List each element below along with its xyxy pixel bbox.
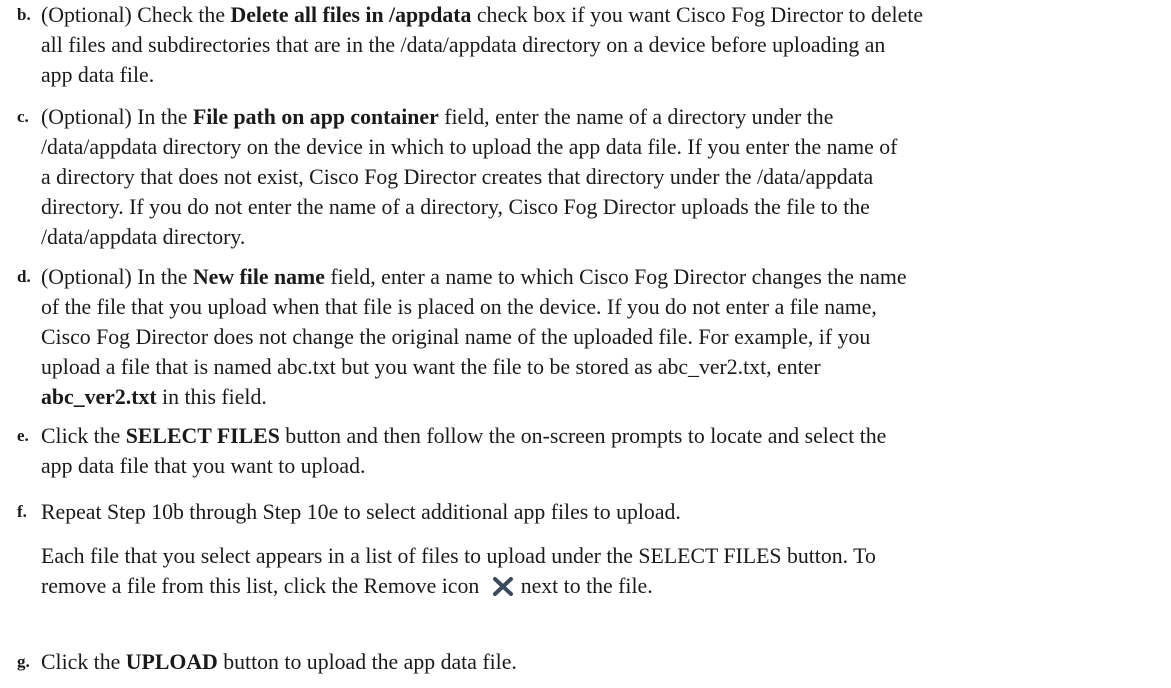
remove-x-icon [489, 575, 517, 597]
step-text: (Optional) Check the Delete all files in… [41, 3, 923, 87]
step-text: (Optional) In the File path on app conta… [41, 105, 898, 249]
step-text: Click the SELECT FILES button and then f… [41, 424, 887, 478]
step-text: Click the UPLOAD button to upload the ap… [41, 650, 517, 674]
step-text: Repeat Step 10b through Step 10e to sele… [41, 500, 876, 598]
document-page: b. (Optional) Check the Delete all files… [0, 0, 1171, 688]
step-text: (Optional) In the New file name field, e… [41, 265, 907, 409]
